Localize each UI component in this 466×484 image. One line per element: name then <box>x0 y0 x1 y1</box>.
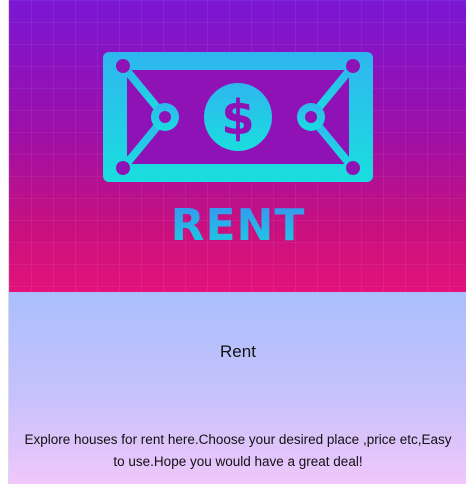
svg-text:$: $ <box>221 90 254 146</box>
rent-card[interactable]: $ RENT Rent Explore houses for rent here… <box>8 0 466 484</box>
card-description: Explore houses for rent here.Choose your… <box>24 432 452 469</box>
banknote-dollar-icon: $ <box>103 52 373 182</box>
rent-banner-text: RENT <box>9 198 466 254</box>
rent-card-body: Rent Explore houses for rent here.Choose… <box>9 292 466 484</box>
card-title[interactable]: Rent <box>9 342 466 362</box>
rent-card-image: $ RENT <box>9 0 466 292</box>
